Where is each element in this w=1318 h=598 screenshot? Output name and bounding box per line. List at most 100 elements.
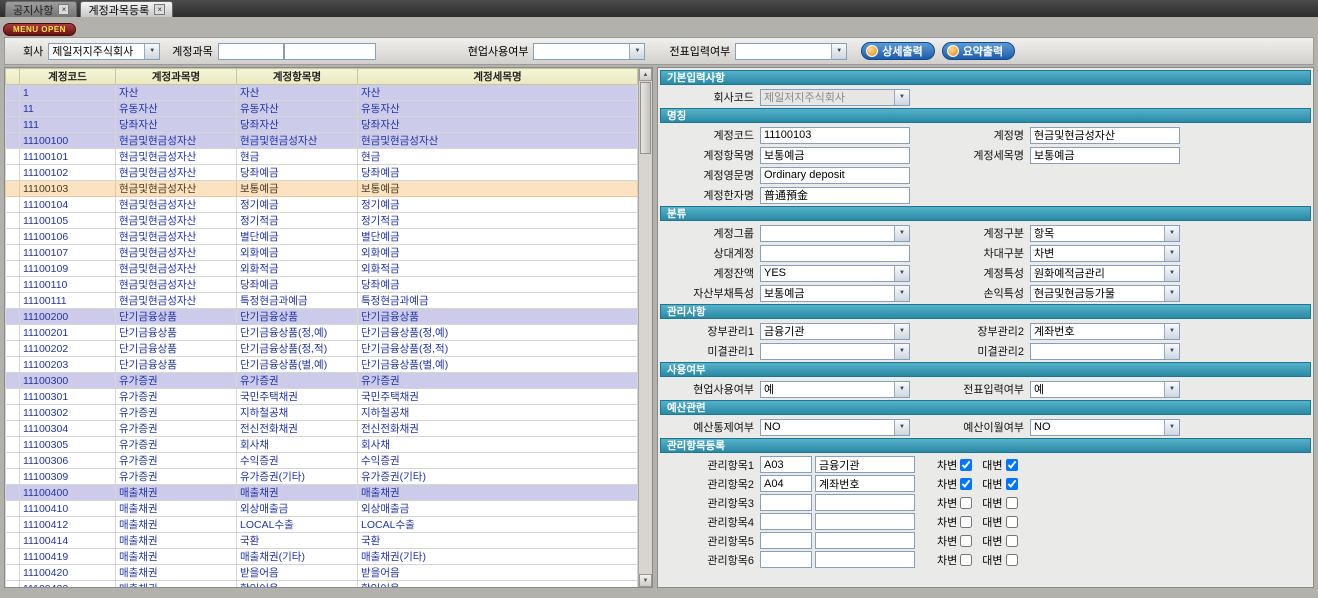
mgmt-code-input[interactable] <box>760 551 812 568</box>
table-row[interactable]: 11100301유가증권국민주택채권국민주택채권 <box>6 389 638 405</box>
mgmt-name-input[interactable] <box>815 513 915 530</box>
table-row[interactable]: 1자산자산자산 <box>6 85 638 101</box>
credit-checkbox[interactable] <box>1006 554 1018 566</box>
scrollbar-track[interactable] <box>639 155 652 574</box>
row-selector[interactable] <box>6 229 20 245</box>
mgmt-code-input[interactable] <box>760 475 812 492</box>
debit-checkbox[interactable] <box>960 535 972 547</box>
table-row[interactable]: 11100422매출채권할인어음할인어음 <box>6 581 638 589</box>
debit-checkbox[interactable] <box>960 459 972 471</box>
table-row[interactable]: 11100304유가증권전신전화채권전신전화채권 <box>6 421 638 437</box>
row-selector[interactable] <box>6 453 20 469</box>
row-selector[interactable] <box>6 581 20 589</box>
row-selector[interactable] <box>6 485 20 501</box>
row-selector[interactable] <box>6 261 20 277</box>
scroll-down-icon[interactable]: ▼ <box>639 574 652 587</box>
row-selector[interactable] <box>6 277 20 293</box>
account-group-select[interactable]: ▼ <box>760 225 910 242</box>
table-row[interactable]: 11100110현금및현금성자산당좌예금당좌예금 <box>6 277 638 293</box>
row-selector[interactable] <box>6 405 20 421</box>
mgmt-code-input[interactable] <box>760 456 812 473</box>
credit-checkbox[interactable] <box>1006 535 1018 547</box>
table-row[interactable]: 11100100현금및현금성자산현금및현금성자산현금및현금성자산 <box>6 133 638 149</box>
field-use-detail-select[interactable]: 예 ▼ <box>760 381 910 398</box>
table-row[interactable]: 11100305유가증권회사채회사채 <box>6 437 638 453</box>
row-selector[interactable] <box>6 165 20 181</box>
row-selector[interactable] <box>6 181 20 197</box>
balance-select[interactable]: YES ▼ <box>760 265 910 282</box>
account-name-input[interactable] <box>284 43 376 60</box>
budget-carry-select[interactable]: NO ▼ <box>1030 419 1180 436</box>
slip-use-select[interactable]: 예 ▼ <box>1030 381 1180 398</box>
table-row[interactable]: 11100106현금및현금성자산별단예금별단예금 <box>6 229 638 245</box>
book1-select[interactable]: 금융기관 ▼ <box>760 323 910 340</box>
credit-checkbox[interactable] <box>1006 497 1018 509</box>
row-selector[interactable] <box>6 549 20 565</box>
mgmt-name-input[interactable] <box>815 456 915 473</box>
mgmt-name-input[interactable] <box>815 532 915 549</box>
table-row[interactable]: 11100104현금및현금성자산정기예금정기예금 <box>6 197 638 213</box>
table-row[interactable]: 11유동자산유동자산유동자산 <box>6 101 638 117</box>
budget-control-select[interactable]: NO ▼ <box>760 419 910 436</box>
mgmt-name-input[interactable] <box>815 494 915 511</box>
row-selector[interactable] <box>6 149 20 165</box>
table-row[interactable]: 11100309유가증권유가증권(기타)유가증권(기타) <box>6 469 638 485</box>
row-selector[interactable] <box>6 357 20 373</box>
eng-name-input[interactable] <box>760 167 910 184</box>
row-selector[interactable] <box>6 85 20 101</box>
debit-checkbox[interactable] <box>960 497 972 509</box>
table-row[interactable]: 11100101현금및현금성자산현금현금 <box>6 149 638 165</box>
tab-notice[interactable]: 공지사항 × <box>5 1 77 17</box>
open1-select[interactable]: ▼ <box>760 343 910 360</box>
row-selector[interactable] <box>6 421 20 437</box>
hanja-name-input[interactable] <box>760 187 910 204</box>
scroll-up-icon[interactable]: ▲ <box>639 68 652 81</box>
scrollbar-thumb[interactable] <box>640 82 651 154</box>
open2-select[interactable]: ▼ <box>1030 343 1180 360</box>
acct-code-input[interactable] <box>760 127 910 144</box>
credit-checkbox[interactable] <box>1006 516 1018 528</box>
row-selector[interactable] <box>6 501 20 517</box>
credit-checkbox[interactable] <box>1006 459 1018 471</box>
row-selector[interactable] <box>6 533 20 549</box>
account-division-select[interactable]: 항목 ▼ <box>1030 225 1180 242</box>
mgmt-code-input[interactable] <box>760 513 812 530</box>
tab-account-registration[interactable]: 계정과목등록 × <box>80 1 173 17</box>
drcr-select[interactable]: 차변 ▼ <box>1030 245 1180 262</box>
table-row[interactable]: 11100201단기금융상품단기금융상품(정,예)단기금융상품(정,예) <box>6 325 638 341</box>
mgmt-code-input[interactable] <box>760 532 812 549</box>
scrollbar[interactable]: ▲ ▼ <box>638 68 652 587</box>
row-selector[interactable] <box>6 341 20 357</box>
table-row[interactable]: 11100111현금및현금성자산특정현금과예금특정현금과예금 <box>6 293 638 309</box>
item-name-input[interactable] <box>760 147 910 164</box>
row-selector[interactable] <box>6 517 20 533</box>
table-row[interactable]: 11100105현금및현금성자산정기적금정기적금 <box>6 213 638 229</box>
summary-print-button[interactable]: 요약출력 <box>942 42 1015 60</box>
row-selector[interactable] <box>6 309 20 325</box>
row-selector[interactable] <box>6 565 20 581</box>
table-row[interactable]: 11100412매출채권LOCAL수출LOCAL수출 <box>6 517 638 533</box>
book2-select[interactable]: 계좌번호 ▼ <box>1030 323 1180 340</box>
row-selector[interactable] <box>6 117 20 133</box>
pl-trait-select[interactable]: 현금및현금등가물 ▼ <box>1030 285 1180 302</box>
asset-trait-select[interactable]: 보통예금 ▼ <box>760 285 910 302</box>
row-selector[interactable] <box>6 133 20 149</box>
trait-select[interactable]: 원화예적금관리 ▼ <box>1030 265 1180 282</box>
row-selector[interactable] <box>6 213 20 229</box>
counter-account-input[interactable] <box>760 245 910 262</box>
table-row[interactable]: 11100400매출채권매출채권매출채권 <box>6 485 638 501</box>
table-row[interactable]: 11100306유가증권수익증권수익증권 <box>6 453 638 469</box>
table-row[interactable]: 11100200단기금융상품단기금융상품단기금융상품 <box>6 309 638 325</box>
row-selector[interactable] <box>6 373 20 389</box>
company-select[interactable]: 제일저지주식회사 ▼ <box>48 43 160 60</box>
table-row[interactable]: 11100203단기금융상품단기금융상품(별,예)단기금융상품(별,예) <box>6 357 638 373</box>
debit-checkbox[interactable] <box>960 516 972 528</box>
row-selector[interactable] <box>6 437 20 453</box>
menu-open-button[interactable]: MENU OPEN <box>3 23 76 36</box>
credit-checkbox[interactable] <box>1006 478 1018 490</box>
row-selector[interactable] <box>6 389 20 405</box>
detail-print-button[interactable]: 상세출력 <box>861 42 934 60</box>
table-row[interactable]: 11100109현금및현금성자산외화적금외화적금 <box>6 261 638 277</box>
row-selector[interactable] <box>6 245 20 261</box>
acct-name-input[interactable] <box>1030 127 1180 144</box>
